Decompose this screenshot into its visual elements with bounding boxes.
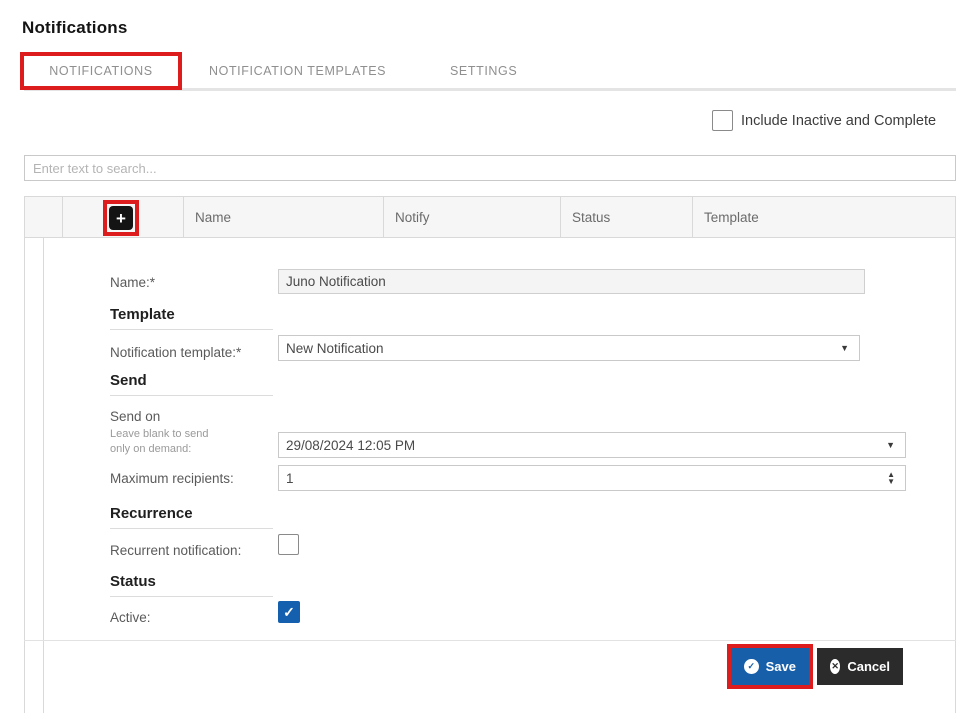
column-header-status[interactable]: Status [572,210,610,225]
active-checkbox[interactable]: ✓ [278,601,300,623]
notifications-page: Notifications NOTIFICATIONS NOTIFICATION… [0,0,976,713]
grid-header-row [24,196,956,238]
notification-template-value: New Notification [286,340,384,356]
highlight-box-save-button: ✓ Save [727,644,813,689]
spinner-control[interactable]: ▲ ▼ [887,471,905,486]
notification-template-dropdown[interactable]: New Notification ▼ [278,335,860,361]
chevron-down-icon[interactable]: ▼ [840,343,859,353]
template-section-heading: Template [110,306,175,323]
send-section-heading: Send [110,372,147,389]
section-divider [110,329,273,330]
max-recipients-label: Maximum recipients: [110,471,234,486]
panel-right-border [955,196,956,713]
column-header-name[interactable]: Name [195,210,231,225]
column-separator [383,196,384,238]
column-header-notify[interactable]: Notify [395,210,430,225]
send-on-hint-line1: Leave blank to send [110,428,209,440]
column-separator [183,196,184,238]
include-inactive-label: Include Inactive and Complete [741,113,937,129]
recurrence-section-heading: Recurrence [110,505,193,522]
max-recipients-stepper[interactable]: 1 ▲ ▼ [278,465,906,491]
highlight-box-notifications-tab: NOTIFICATIONS [20,52,182,90]
footer-divider [24,640,956,641]
recurrent-notification-checkbox[interactable] [278,534,299,555]
section-divider [110,596,273,597]
search-input[interactable] [24,155,956,181]
check-icon: ✓ [283,603,295,620]
notification-template-label: Notification template:* [110,345,242,360]
add-notification-button[interactable]: + [109,206,133,230]
tab-settings[interactable]: SETTINGS [450,64,517,78]
section-divider [110,395,273,396]
page-title: Notifications [22,18,128,37]
section-divider [110,528,273,529]
column-separator [692,196,693,238]
plus-icon: + [116,208,126,228]
max-recipients-value: 1 [286,470,294,486]
panel-indent-border [43,238,44,713]
name-label: Name:* [110,275,156,290]
column-header-template[interactable]: Template [704,210,759,225]
send-on-hint-line2: only on demand: [110,443,192,455]
highlight-box-add-button: + [103,200,139,236]
recurrent-notification-label: Recurrent notification: [110,543,242,558]
cancel-button-label: Cancel [847,659,890,674]
cancel-button[interactable]: ✕ Cancel [817,648,903,685]
tab-notification-templates[interactable]: NOTIFICATION TEMPLATES [209,64,386,78]
send-on-value: 29/08/2024 12:05 PM [286,437,416,453]
send-on-label: Send on [110,409,161,424]
save-button-label: Save [765,659,796,674]
chevron-down-icon[interactable]: ▼ [886,440,905,450]
panel-left-border [24,238,25,713]
name-field[interactable] [278,269,865,294]
tab-notifications[interactable]: NOTIFICATIONS [49,64,152,78]
check-circle-icon: ✓ [744,659,759,674]
active-label: Active: [110,610,151,625]
column-separator [62,196,63,238]
status-section-heading: Status [110,573,156,590]
spinner-down-icon[interactable]: ▼ [887,478,895,486]
save-button[interactable]: ✓ Save [731,648,809,685]
x-circle-icon: ✕ [830,659,841,674]
column-separator [560,196,561,238]
send-on-datetime-picker[interactable]: 29/08/2024 12:05 PM ▼ [278,432,906,458]
include-inactive-checkbox[interactable] [712,110,733,131]
